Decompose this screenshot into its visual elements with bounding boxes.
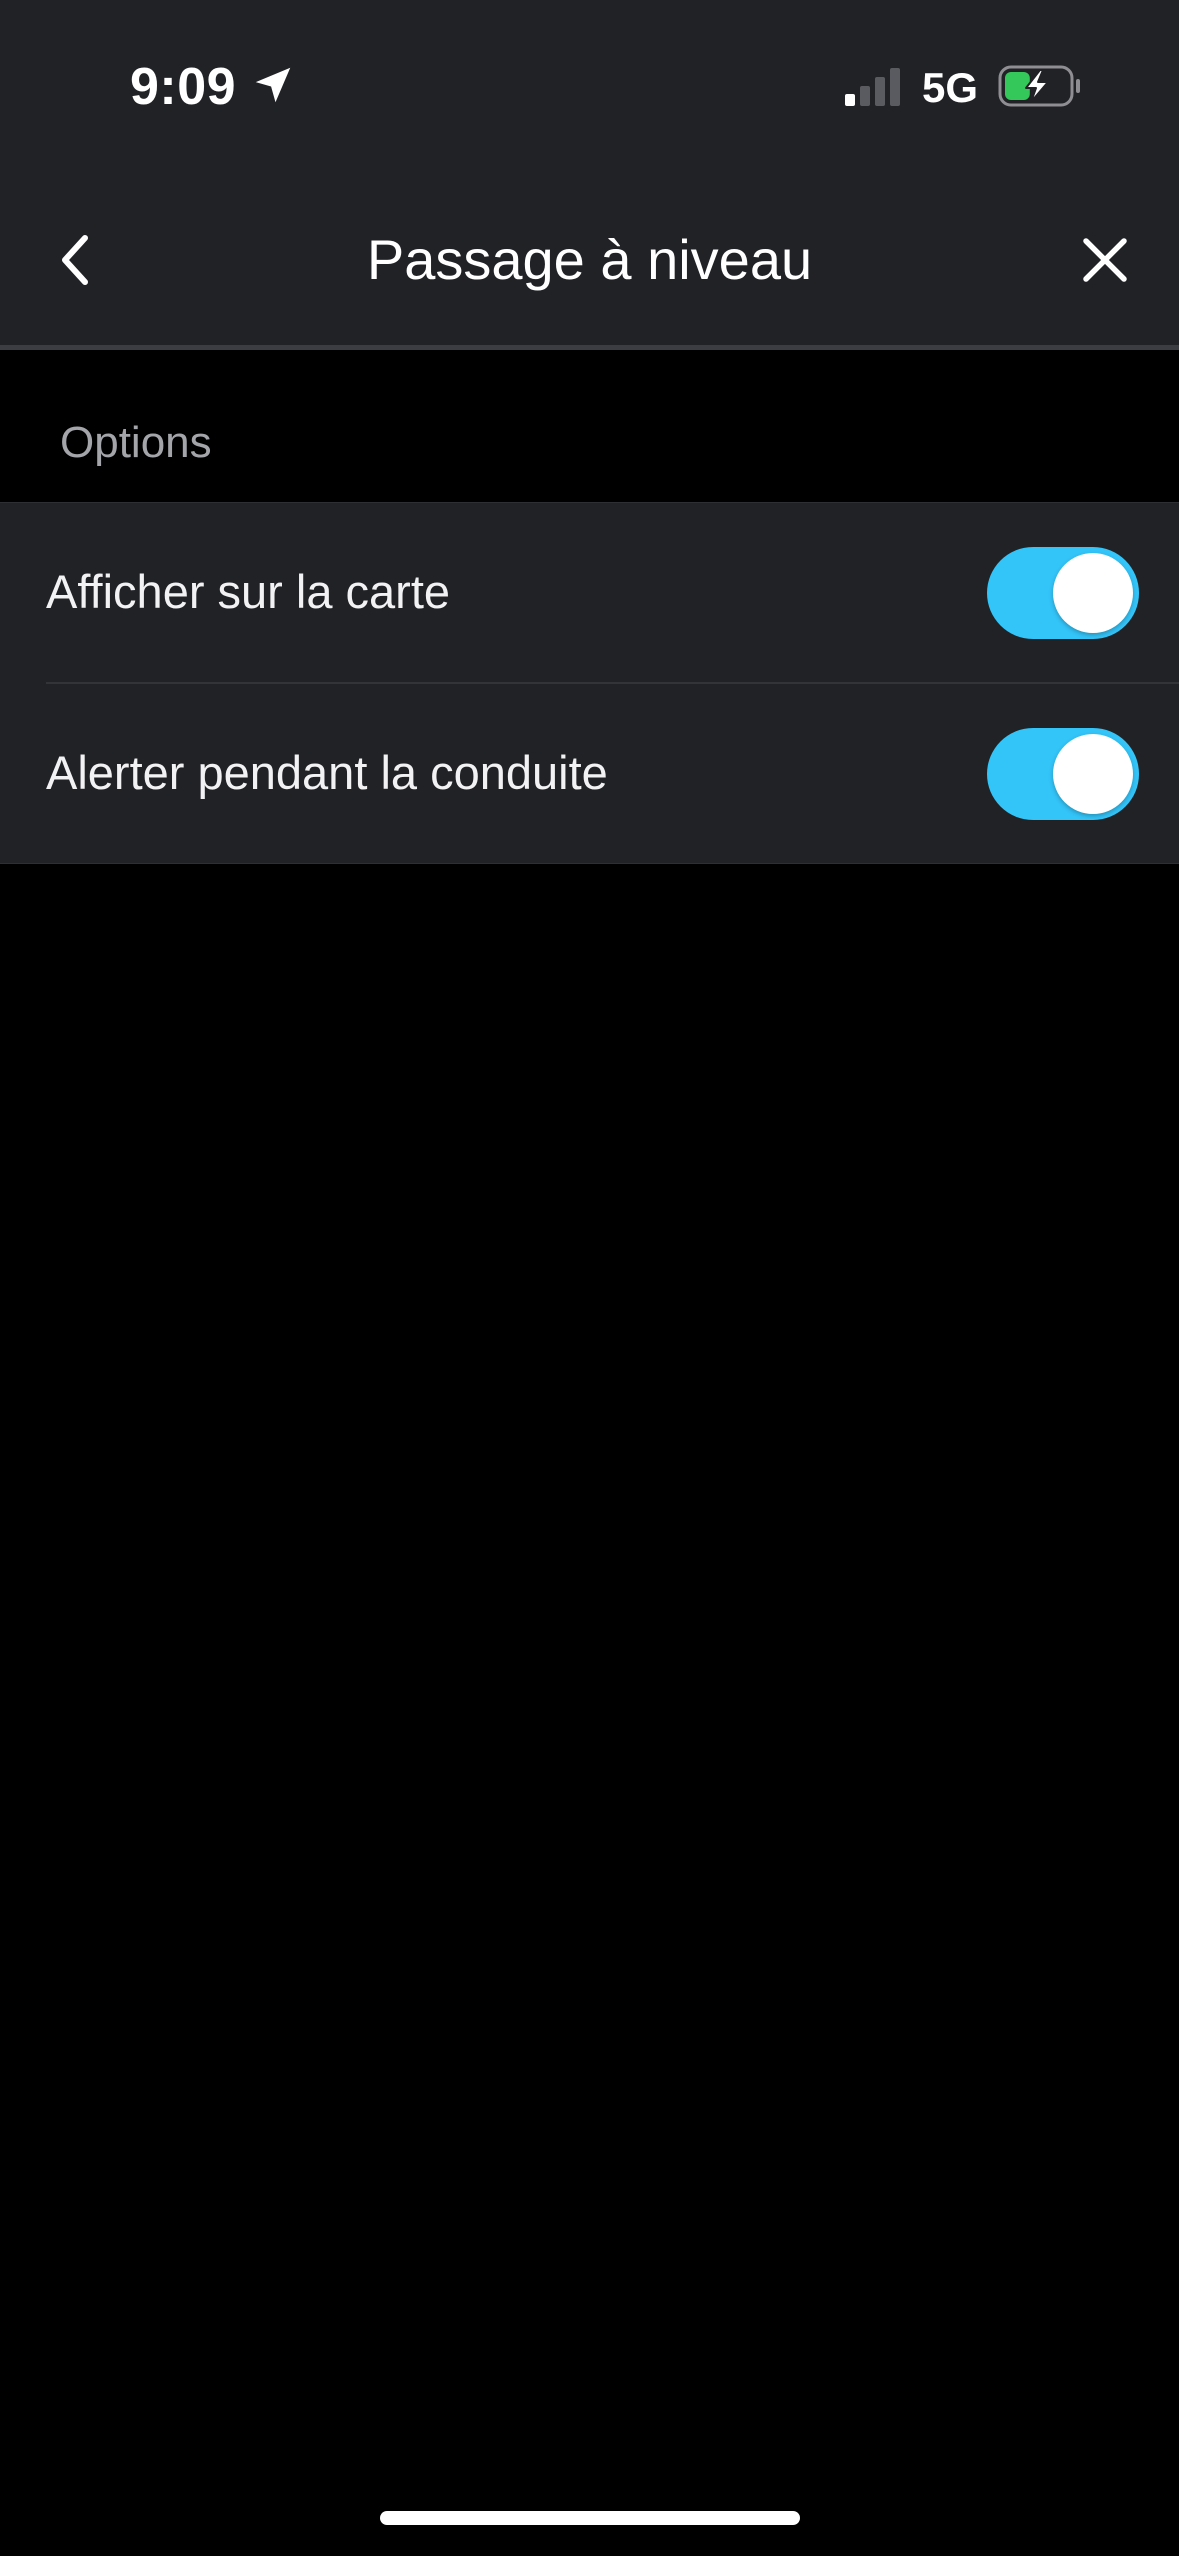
close-button[interactable] [1070,220,1140,300]
section-header-options: Options [60,418,212,467]
network-type: 5G [922,64,979,111]
toggle-knob [1053,553,1133,633]
setting-row-alert-while-driving: Alerter pendant la conduite [0,684,1179,863]
back-button[interactable] [40,220,110,300]
location-arrow-icon [255,67,291,103]
setting-row-show-on-map: Afficher sur la carte [0,503,1179,684]
options-group: Afficher sur la carte Alerter pendant la… [0,502,1179,864]
setting-label-alert-while-driving: Alerter pendant la conduite [46,746,608,799]
alert-while-driving-toggle[interactable] [987,728,1139,820]
cellular-signal-icon [845,68,900,106]
chevron-left-icon [62,235,88,285]
status-bar: 9:09 5G [0,0,1179,170]
navigation-bar: Passage à niveau [0,170,1179,345]
home-indicator [380,2511,800,2525]
nav-divider [0,345,1179,350]
page-title: Passage à niveau [366,228,813,291]
show-on-map-toggle[interactable] [987,547,1139,639]
toggle-knob [1053,734,1133,814]
close-icon [1083,238,1127,282]
battery-charging-icon [998,65,1080,107]
setting-label-show-on-map: Afficher sur la carte [46,565,451,618]
status-time: 9:09 [130,58,237,116]
header-area: 9:09 5G Passage à niveau [0,0,1179,345]
